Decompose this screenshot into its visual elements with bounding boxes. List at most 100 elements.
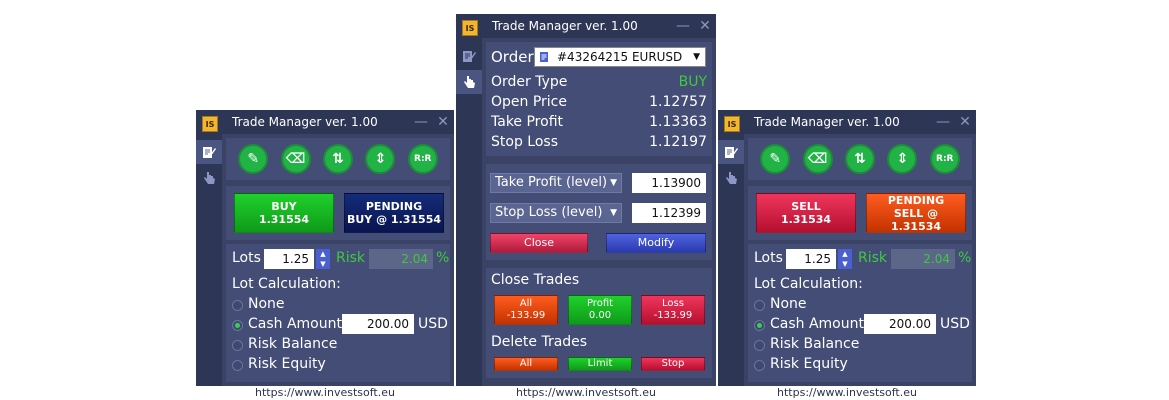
modify-order-button[interactable]: Modify <box>606 233 706 253</box>
stop-loss-mode-select[interactable]: Stop Loss (level) ▼ <box>490 203 622 223</box>
option-none-label: None <box>248 296 285 312</box>
stop-loss-input[interactable]: 1.12399 <box>632 203 706 223</box>
delete-limit-button[interactable]: Limit <box>568 357 632 371</box>
eraser-icon: ⌫ <box>807 151 828 167</box>
buy-button[interactable]: BUY 1.31554 <box>234 193 334 233</box>
tools-panel: ✎ ⌫ ⇅ ⇕ R:R <box>226 138 450 180</box>
eraser-icon: ⌫ <box>285 151 306 167</box>
radio-risk-equity[interactable] <box>232 360 243 371</box>
close-trades-panel: Close Trades All -133.99 Profit 0.00 Los… <box>486 268 712 378</box>
take-profit-label: Take Profit <box>491 114 564 130</box>
delete-all-button[interactable]: All <box>494 357 558 371</box>
radio-cash-amount[interactable] <box>232 320 243 331</box>
minimize-button[interactable]: — <box>672 14 694 38</box>
hand-pointer-icon <box>464 76 475 88</box>
option-cash-label: Cash Amount <box>770 316 864 332</box>
manage-tab[interactable] <box>196 166 222 190</box>
trend-button[interactable]: ⇅ <box>322 144 353 174</box>
new-order-tab[interactable] <box>196 140 222 164</box>
take-profit-input[interactable]: 1.13900 <box>632 173 706 193</box>
lot-panel: Lots 1.25 ▲ ▼ Risk 2.04 % Lot Calculation… <box>748 244 972 382</box>
app-logo: IS <box>462 20 478 36</box>
level-button[interactable]: ⇕ <box>887 144 918 174</box>
lots-input[interactable]: 1.25 <box>786 249 836 269</box>
close-window-button[interactable]: ✕ <box>432 110 454 134</box>
lots-label: Lots <box>754 250 783 266</box>
manage-tab[interactable] <box>718 166 744 190</box>
risk-reward-button[interactable]: R:R <box>929 144 960 174</box>
trade-manager-window-left: IS Trade Manager ver. 1.00 — ✕ ✎ ⌫ ⇅ ⇕ R… <box>196 110 454 400</box>
close-order-button[interactable]: Close <box>490 233 588 253</box>
trend-arrows-icon: ⇅ <box>854 151 866 167</box>
order-info-panel: Order #43264215 EURUSD ▼ Order Type BUY … <box>486 42 712 156</box>
footer-link[interactable]: https://www.investsoft.eu <box>718 386 976 400</box>
cash-unit: USD <box>418 316 448 332</box>
modify-panel: Take Profit (level) ▼ 1.13900 Stop Loss … <box>486 164 712 260</box>
radio-none[interactable] <box>232 300 243 311</box>
lots-stepper[interactable]: ▲ ▼ <box>838 249 852 269</box>
sell-button[interactable]: SELL 1.31534 <box>756 193 856 233</box>
close-loss-button[interactable]: Loss -133.99 <box>641 295 705 325</box>
close-window-button[interactable]: ✕ <box>954 110 976 134</box>
lot-panel: Lots 1.25 ▲ ▼ Risk 2.04 % Lot Calculation… <box>226 244 450 382</box>
hand-pointer-icon <box>204 172 215 184</box>
order-buttons-panel: SELL 1.31534 PENDING SELL @ 1.31534 <box>748 186 972 240</box>
delete-stop-button[interactable]: Stop <box>641 357 705 371</box>
risk-value: 2.04 <box>891 249 955 269</box>
chevron-down-icon: ▼ <box>610 208 617 218</box>
level-icon: ⇕ <box>374 151 387 167</box>
trade-manager-window-middle: IS Trade Manager ver. 1.00 — ✕ Order #43… <box>456 14 716 400</box>
option-risk-equity-label: Risk Equity <box>248 356 326 372</box>
cash-amount-input[interactable]: 200.00 <box>864 314 936 334</box>
order-type-value: BUY <box>678 74 707 90</box>
close-profit-button[interactable]: Profit 0.00 <box>568 295 632 325</box>
lots-stepper[interactable]: ▲ ▼ <box>316 249 330 269</box>
hand-pointer-icon <box>726 172 737 184</box>
take-profit-mode-select[interactable]: Take Profit (level) ▼ <box>490 173 622 193</box>
radio-cash-amount[interactable] <box>754 320 765 331</box>
stop-loss-label: Stop Loss <box>491 134 558 150</box>
stop-loss-value: 1.12197 <box>649 134 707 150</box>
lots-label: Lots <box>232 250 261 266</box>
trend-button[interactable]: ⇅ <box>844 144 875 174</box>
risk-value: 2.04 <box>369 249 433 269</box>
chevron-down-icon: ▼ <box>610 178 617 188</box>
option-risk-balance-label: Risk Balance <box>248 336 338 352</box>
pending-sell-button[interactable]: PENDING SELL @ 1.31534 <box>866 193 966 233</box>
delete-trades-label: Delete Trades <box>491 334 588 350</box>
erase-button[interactable]: ⌫ <box>802 144 833 174</box>
chevron-down-icon: ▼ <box>693 52 700 62</box>
draw-button[interactable]: ✎ <box>760 144 791 174</box>
erase-button[interactable]: ⌫ <box>280 144 311 174</box>
cash-amount-input[interactable]: 200.00 <box>342 314 414 334</box>
radio-risk-equity[interactable] <box>754 360 765 371</box>
radio-risk-balance[interactable] <box>754 340 765 351</box>
radio-risk-balance[interactable] <box>232 340 243 351</box>
radio-none[interactable] <box>754 300 765 311</box>
close-window-button[interactable]: ✕ <box>694 14 716 38</box>
trend-arrows-icon: ⇅ <box>332 151 344 167</box>
level-icon: ⇕ <box>896 151 909 167</box>
draw-button[interactable]: ✎ <box>238 144 269 174</box>
risk-reward-button[interactable]: R:R <box>407 144 438 174</box>
new-order-tab[interactable] <box>718 140 744 164</box>
risk-label: Risk <box>858 250 888 266</box>
minimize-button[interactable]: — <box>932 110 954 134</box>
manage-tab[interactable] <box>456 70 482 94</box>
lots-input[interactable]: 1.25 <box>264 249 314 269</box>
order-select[interactable]: #43264215 EURUSD ▼ <box>534 47 706 67</box>
footer-link[interactable]: https://www.investsoft.eu <box>196 386 454 400</box>
option-cash-label: Cash Amount <box>248 316 342 332</box>
sidebar: IS <box>196 110 222 400</box>
close-all-button[interactable]: All -133.99 <box>494 295 558 325</box>
footer-link[interactable]: https://www.investsoft.eu <box>456 386 716 400</box>
level-button[interactable]: ⇕ <box>365 144 396 174</box>
pending-buy-button[interactable]: PENDING BUY @ 1.31554 <box>344 193 444 233</box>
order-label: Order <box>491 48 534 66</box>
titlebar: Trade Manager ver. 1.00 — ✕ <box>744 110 976 134</box>
close-trades-label: Close Trades <box>491 272 580 288</box>
sidebar: IS <box>718 110 744 400</box>
minimize-button[interactable]: — <box>410 110 432 134</box>
option-risk-balance-label: Risk Balance <box>770 336 860 352</box>
new-order-tab[interactable] <box>456 44 482 68</box>
